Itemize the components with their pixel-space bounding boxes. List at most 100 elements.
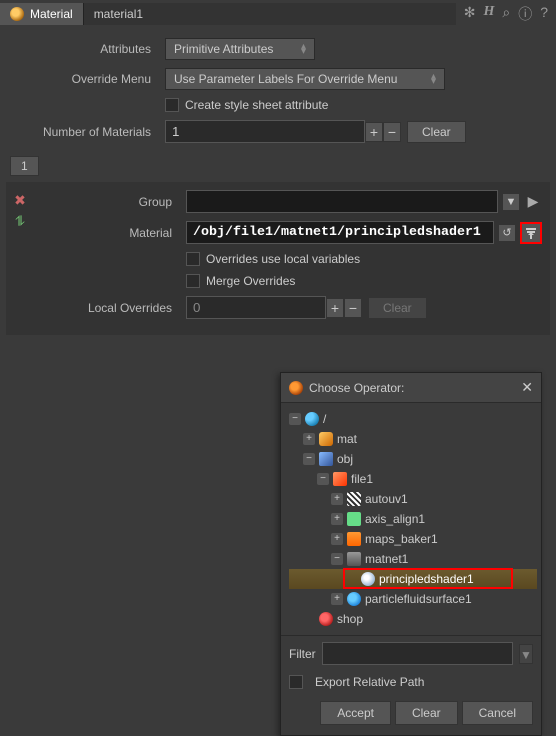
parameters-panel: Attributes Primitive Attributes ▴▾ Overr… [0,28,556,156]
node-icon [347,512,361,526]
dialog-title: Choose Operator: [309,381,515,395]
tree-item-label: obj [337,452,353,466]
tree-item-label: shop [337,612,363,626]
expand-icon[interactable]: + [331,493,343,505]
filter-input[interactable] [322,642,513,665]
tree-item-mat[interactable]: + mat [289,429,537,449]
search-icon[interactable]: ⌕ [502,4,510,24]
overrides-local-checkbox[interactable] [186,252,200,266]
matnet-icon [347,552,361,566]
close-icon[interactable]: ✕ [521,379,533,396]
tree-item-axisalign1[interactable]: + axis_align1 [289,509,537,529]
material-label: Material [36,226,186,240]
material-instance-panel: ✖ ⥮ Group ▼ ▶ Material ↺ Overrides use l… [6,182,550,335]
node-type-tab[interactable]: Material [0,3,83,25]
shop-icon [319,612,333,626]
houdini-icon [289,381,303,395]
tree-item-label: mat [337,432,357,446]
attributes-dropdown[interactable]: Primitive Attributes ▴▾ [165,38,315,60]
tree-item-label: axis_align1 [365,512,425,526]
choose-operator-dialog: Choose Operator: ✕ − / + mat − obj − fil… [280,372,542,736]
world-icon [305,412,319,426]
accept-button[interactable]: Accept [320,701,391,725]
h-icon[interactable]: H [483,4,494,24]
geo-icon [333,472,347,486]
export-relative-label: Export Relative Path [315,675,424,689]
folder-icon [319,432,333,446]
help-icon[interactable]: ? [540,4,548,24]
tree-root[interactable]: − / [289,409,537,429]
tree-item-autouv1[interactable]: + autouv1 [289,489,537,509]
overrides-local-label: Overrides use local variables [206,252,360,266]
collapse-icon[interactable]: − [317,473,329,485]
material-tab-1[interactable]: 1 [10,156,39,176]
minus-button[interactable]: − [344,298,362,318]
tree-item-label: / [323,412,326,426]
attributes-label: Attributes [15,42,165,56]
group-play-icon[interactable]: ▶ [524,193,542,211]
node-name-field[interactable]: material1 [83,3,456,25]
create-stylesheet-checkbox[interactable] [165,98,179,112]
tree-item-particlefluid1[interactable]: + particlefluidsurface1 [289,589,537,609]
info-icon[interactable]: ⓘ [518,4,532,24]
cancel-button[interactable]: Cancel [462,701,533,725]
collapse-icon[interactable]: − [303,453,315,465]
create-stylesheet-label: Create style sheet attribute [185,98,328,112]
shader-icon [361,572,375,586]
group-label: Group [36,195,186,209]
filter-label: Filter [289,647,316,661]
merge-overrides-checkbox[interactable] [186,274,200,288]
tree-item-label: autouv1 [365,492,408,506]
plus-button[interactable]: + [365,122,383,142]
export-relative-checkbox[interactable] [289,675,303,689]
tree-item-shop[interactable]: shop [289,609,537,629]
group-input[interactable] [186,190,498,213]
num-materials-input[interactable] [165,120,365,143]
remove-icon[interactable]: ✖ [14,192,26,209]
tree-item-obj[interactable]: − obj [289,449,537,469]
expand-icon[interactable]: + [331,533,343,545]
node-icon [347,492,361,506]
tree-item-file1[interactable]: − file1 [289,469,537,489]
operator-tree[interactable]: − / + mat − obj − file1 + autouv1 + axis… [281,403,541,635]
node-icon [347,532,361,546]
header-icons: ✻ H ⌕ ⓘ ? [456,4,556,24]
collapse-icon[interactable]: − [331,553,343,565]
expand-icon[interactable]: + [331,513,343,525]
node-icon [347,592,361,606]
num-materials-label: Number of Materials [15,125,165,139]
tree-item-label: matnet1 [365,552,408,566]
material-history-icon[interactable]: ↺ [498,224,516,242]
tree-item-label: particlefluidsurface1 [365,592,472,606]
open-chooser-button[interactable] [520,222,542,244]
merge-overrides-label: Merge Overrides [206,274,295,288]
material-path-input[interactable] [186,221,494,244]
group-dropdown-icon[interactable]: ▼ [502,193,520,211]
material-icon [10,7,24,21]
collapse-icon[interactable]: − [289,413,301,425]
reorder-icon[interactable]: ⥮ [15,213,25,230]
clear-button[interactable]: Clear [407,121,466,143]
override-menu-dropdown[interactable]: Use Parameter Labels For Override Menu ▴… [165,68,445,90]
clear-button[interactable]: Clear [395,701,458,725]
clear-button-disabled: Clear [368,297,427,319]
tree-item-label: file1 [351,472,373,486]
caret-icon: ▴▾ [301,44,306,54]
plus-button[interactable]: + [326,298,344,318]
expand-icon[interactable]: + [303,433,315,445]
local-overrides-label: Local Overrides [36,301,186,315]
tree-item-mapsbaker1[interactable]: + maps_baker1 [289,529,537,549]
header-bar: Material material1 ✻ H ⌕ ⓘ ? [0,0,556,28]
attributes-value: Primitive Attributes [174,42,273,56]
filter-dropdown-icon[interactable]: ▼ [519,644,533,664]
tree-item-label: maps_baker1 [365,532,438,546]
tree-item-principledshader1[interactable]: principledshader1 [289,569,537,589]
folder-icon [319,452,333,466]
minus-button[interactable]: − [383,122,401,142]
local-overrides-input[interactable] [186,296,326,319]
gear-icon[interactable]: ✻ [464,4,476,24]
tree-item-matnet1[interactable]: − matnet1 [289,549,537,569]
override-menu-value: Use Parameter Labels For Override Menu [174,72,397,86]
tree-item-label: principledshader1 [379,572,474,586]
expand-icon[interactable]: + [331,593,343,605]
